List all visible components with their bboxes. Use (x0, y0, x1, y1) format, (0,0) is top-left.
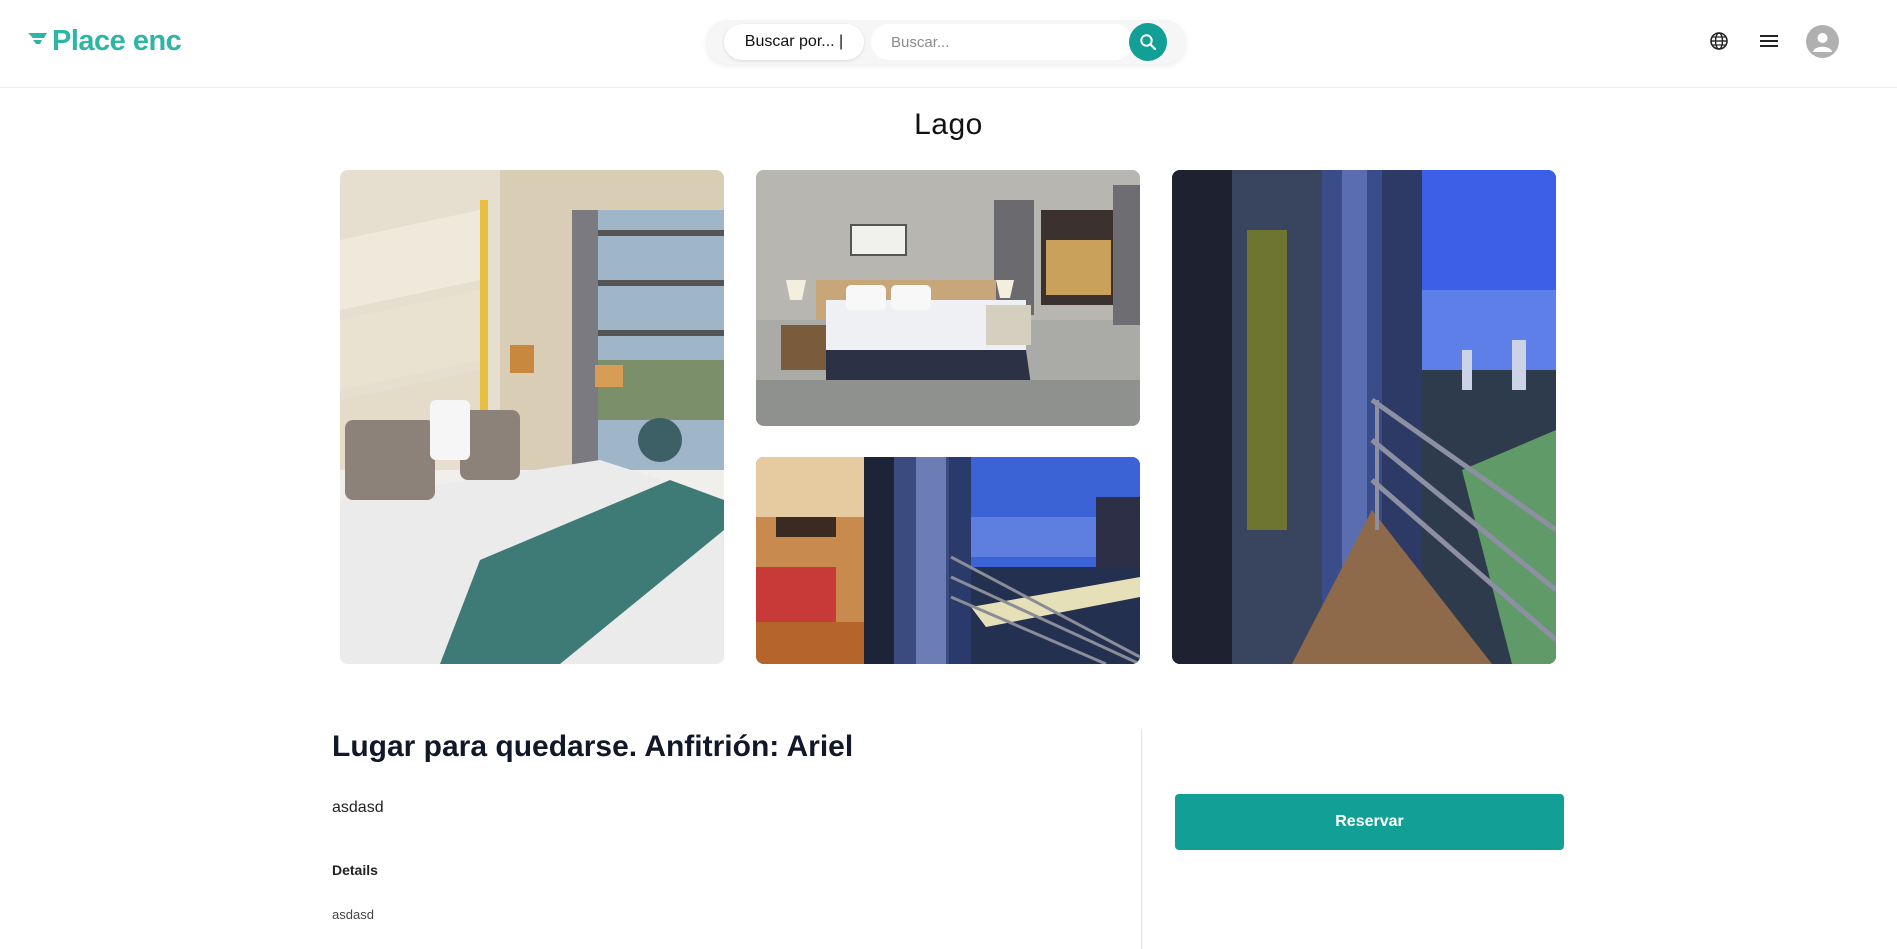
logo[interactable]: Place enc (27, 24, 182, 58)
gallery-photo-balcony-room[interactable] (756, 457, 1140, 664)
top-navbar: Place enc Buscar por... | (0, 0, 1897, 88)
user-avatar[interactable] (1806, 25, 1839, 58)
menu-icon (1760, 35, 1778, 47)
logo-mark-icon (28, 33, 47, 44)
gallery-photo-city-bedroom[interactable] (756, 170, 1140, 426)
host-heading: Lugar para quedarse. Anfitrión: Ariel (332, 730, 854, 763)
language-button[interactable] (1707, 29, 1731, 53)
reserve-button[interactable]: Reservar (1175, 794, 1564, 850)
gallery-photo-bedroom[interactable] (340, 170, 724, 664)
search-button[interactable] (1129, 23, 1167, 61)
bedroom-photo-image (340, 170, 724, 664)
gallery-photo-balcony-view[interactable] (1172, 170, 1556, 664)
listing-description: asdasd (332, 799, 384, 816)
search-icon (1140, 34, 1157, 51)
details-heading: Details (332, 862, 378, 878)
search-bar: Buscar por... | (706, 20, 1186, 64)
user-avatar-icon (1813, 33, 1832, 52)
balcony-view-photo-image (1172, 170, 1556, 664)
details-value: asdasd (332, 907, 374, 922)
section-divider (1141, 729, 1142, 949)
logo-text: Place enc (52, 24, 182, 57)
menu-button[interactable] (1757, 29, 1781, 53)
search-by-dropdown[interactable]: Buscar por... | (724, 24, 864, 60)
city-bedroom-photo-image (756, 170, 1140, 426)
search-input[interactable] (871, 24, 1133, 60)
balcony-room-photo-image (756, 457, 1140, 664)
page-title: Lago (914, 108, 983, 141)
globe-icon (1710, 32, 1728, 50)
